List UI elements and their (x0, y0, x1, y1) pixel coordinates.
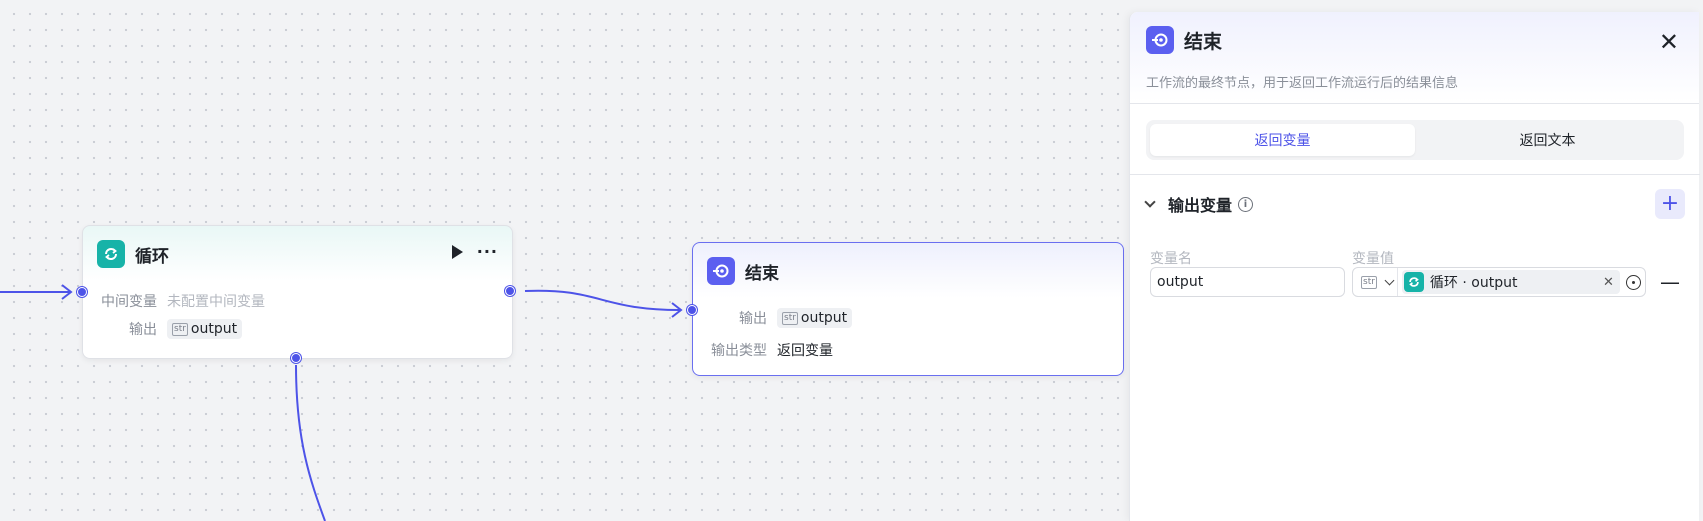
column-label-name: 变量名 (1150, 251, 1192, 267)
edge-loop-to-end-arrow (671, 302, 683, 318)
loop-node-header: 循环 (97, 240, 169, 268)
type-select[interactable]: str (1357, 268, 1398, 296)
loop-icon (1403, 272, 1424, 292)
more-icon[interactable]: ··· (477, 244, 498, 260)
loop-node[interactable]: 循环 ··· 中间变量 未配置中间变量 输出 str output (82, 225, 513, 359)
row-value-muted: 未配置中间变量 (167, 294, 265, 310)
column-label-value: 变量值 (1352, 251, 1394, 267)
return-mode-tabs: 返回变量 返回文本 (1146, 120, 1684, 160)
output-variable-tag: str output (167, 319, 243, 339)
tag-text: output (800, 310, 848, 326)
variable-value-selector[interactable]: str 循环 · output ✕ (1352, 267, 1646, 297)
end-node-header: 结束 (707, 257, 779, 285)
row-label: 输出 (739, 311, 767, 327)
variable-name-input[interactable] (1150, 267, 1345, 297)
edge-loop-to-end[interactable] (524, 289, 681, 311)
chevron-down-icon (1384, 275, 1395, 285)
loop-input-handle[interactable] (77, 287, 87, 297)
variable-reference-tag[interactable]: 循环 · output ✕ (1401, 270, 1620, 294)
loop-body-handle[interactable] (291, 353, 301, 363)
close-icon[interactable]: ✕ (1659, 30, 1679, 54)
section-title: 输出变量 (1168, 196, 1233, 215)
loop-node-title: 循环 (135, 246, 169, 267)
edge-incoming-arrow (61, 284, 73, 300)
divider (1130, 174, 1700, 175)
row-label: 中间变量 (101, 294, 157, 310)
tab-return-text[interactable]: 返回文本 (1415, 124, 1680, 156)
tab-return-variable[interactable]: 返回变量 (1150, 124, 1415, 156)
play-icon[interactable] (451, 245, 463, 259)
reference-text: 循环 · output (1429, 275, 1518, 291)
loop-row-intermediate: 中间变量 未配置中间变量 (97, 291, 265, 311)
loop-output-handle[interactable] (505, 286, 515, 296)
info-icon[interactable]: i (1238, 196, 1254, 212)
loop-node-actions: ··· (451, 244, 498, 260)
end-icon (707, 257, 735, 285)
clear-icon[interactable]: ✕ (1603, 275, 1614, 290)
edge-loop-body[interactable] (295, 364, 326, 521)
remove-variable-button[interactable]: — (1657, 268, 1683, 296)
str-type-icon: str (172, 322, 188, 336)
end-icon (1146, 26, 1174, 54)
tag-text: output (190, 321, 238, 337)
panel-title[interactable]: 结束 (1184, 27, 1222, 54)
row-label: 输出类型 (711, 343, 767, 359)
panel-description: 工作流的最终节点，用于返回工作流运行后的结果信息 (1146, 76, 1459, 91)
end-node-title: 结束 (745, 263, 779, 284)
output-variable-tag: str output (777, 308, 853, 328)
node-config-panel: 结束 ✕ 工作流的最终节点，用于返回工作流运行后的结果信息 返回变量 返回文本 … (1129, 12, 1700, 521)
row-label: 输出 (129, 322, 157, 338)
panel-title-row: 结束 (1146, 26, 1222, 54)
chevron-down-icon[interactable] (1144, 196, 1156, 208)
end-row-output: 输出 str output (693, 308, 853, 328)
output-variables-section-header[interactable]: 输出变量 i (1144, 192, 1254, 216)
end-row-output-type: 输出类型 返回变量 (693, 340, 833, 360)
str-type-icon: str (782, 311, 798, 325)
end-node[interactable]: 结束 输出 str output 输出类型 返回变量 (692, 242, 1124, 376)
loop-icon (97, 240, 125, 268)
end-input-handle[interactable] (687, 305, 697, 315)
panel-header: 结束 ✕ 工作流的最终节点，用于返回工作流运行后的结果信息 (1130, 12, 1699, 104)
loop-row-output: 输出 str output (97, 319, 243, 339)
target-icon[interactable] (1625, 274, 1641, 290)
str-type-icon: str (1361, 275, 1377, 289)
row-value: 返回变量 (777, 343, 833, 359)
add-variable-button[interactable]: + (1655, 189, 1685, 219)
